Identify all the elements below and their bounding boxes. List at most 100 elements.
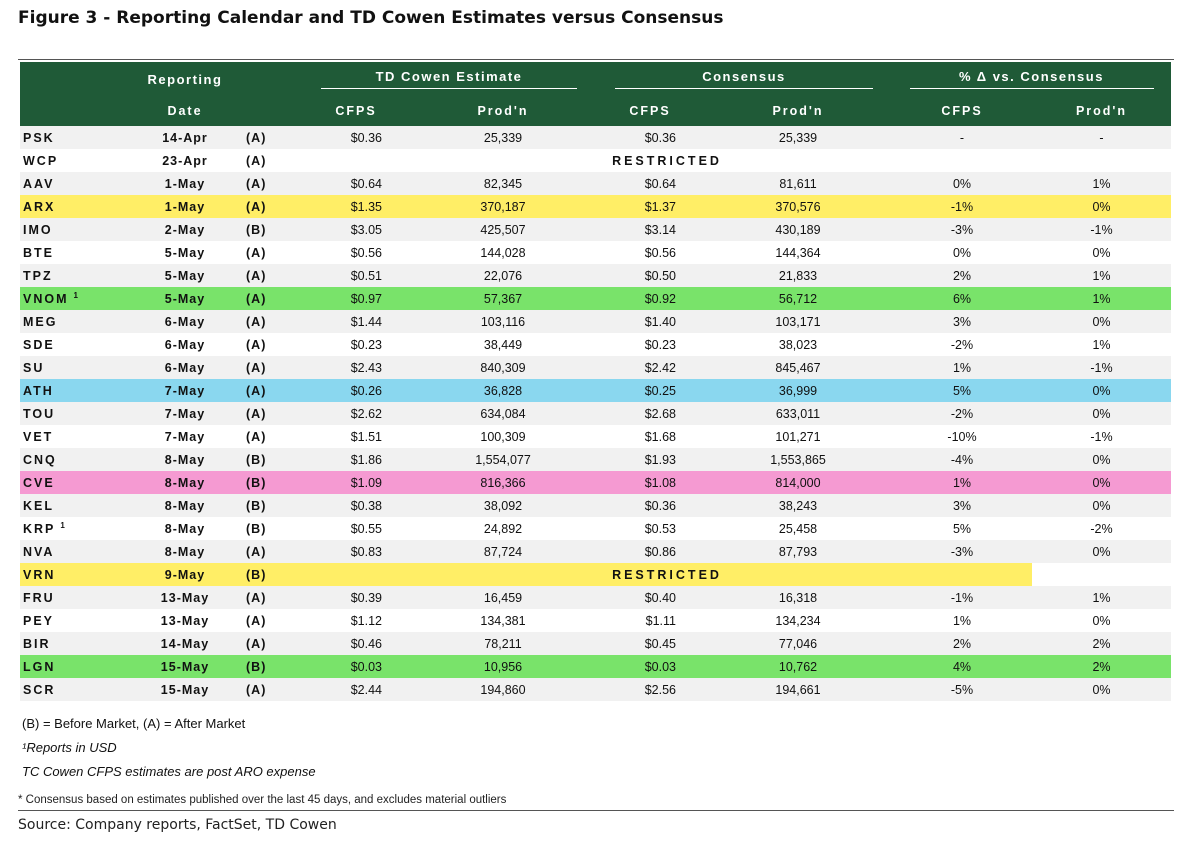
- est-cfps-cell: $2.43: [302, 356, 410, 379]
- est-cfps-cell: $0.38: [302, 494, 410, 517]
- ticker-label: SDE: [23, 337, 55, 352]
- table-row: TOU 7-May (A) $2.62 634,084 $2.68 633,011 -2% 0%: [20, 402, 1171, 425]
- est-prodn-cell: 194,860: [410, 678, 596, 701]
- con-cfps-cell: $0.40: [596, 586, 704, 609]
- timing-cell: (A): [240, 540, 302, 563]
- est-prodn-cell: 36,828: [410, 379, 596, 402]
- timing-cell: (A): [240, 149, 302, 172]
- pct-prodn-cell: 0%: [1032, 494, 1171, 517]
- pct-prodn-cell: -2%: [1032, 517, 1171, 540]
- blank-cell: [1032, 149, 1171, 172]
- header-est-prodn: Prod'n: [410, 96, 596, 126]
- ticker-cell: ARX: [20, 195, 130, 218]
- table-row: ARX 1-May (A) $1.35 370,187 $1.37 370,576 -1% 0%: [20, 195, 1171, 218]
- header-blank-2: [240, 62, 302, 96]
- con-cfps-cell: $0.92: [596, 287, 704, 310]
- con-prodn-cell: 144,364: [704, 241, 892, 264]
- table-row: ATH 7-May (A) $0.26 36,828 $0.25 36,999 5% 0%: [20, 379, 1171, 402]
- ticker-label: LGN: [23, 659, 56, 674]
- ticker-cell: NVA: [20, 540, 130, 563]
- timing-cell: (B): [240, 655, 302, 678]
- pct-cfps-cell: 1%: [892, 356, 1032, 379]
- table-row: AAV 1-May (A) $0.64 82,345 $0.64 81,611 0% 1%: [20, 172, 1171, 195]
- date-cell: 8-May: [130, 540, 240, 563]
- pct-prodn-cell: 0%: [1032, 195, 1171, 218]
- table-row: KRP 1 8-May (B) $0.55 24,892 $0.53 25,458 5% -2%: [20, 517, 1171, 540]
- reporting-calendar-table: Reporting TD Cowen Estimate Consensus % …: [20, 62, 1171, 701]
- date-cell: 15-May: [130, 655, 240, 678]
- pct-cfps-cell: 0%: [892, 241, 1032, 264]
- ticker-cell: FRU: [20, 586, 130, 609]
- ticker-label: ATH: [23, 383, 54, 398]
- est-prodn-cell: 25,339: [410, 126, 596, 149]
- header-reporting-label: Reporting: [147, 71, 223, 87]
- date-cell: 14-May: [130, 632, 240, 655]
- timing-cell: (B): [240, 517, 302, 540]
- con-cfps-cell: $1.11: [596, 609, 704, 632]
- ticker-cell: TPZ: [20, 264, 130, 287]
- table-row: VRN 9-May (B) RESTRICTED: [20, 563, 1171, 586]
- date-cell: 7-May: [130, 425, 240, 448]
- est-prodn-cell: 87,724: [410, 540, 596, 563]
- ticker-cell: BIR: [20, 632, 130, 655]
- est-cfps-cell: $1.35: [302, 195, 410, 218]
- con-cfps-cell: $0.56: [596, 241, 704, 264]
- con-prodn-cell: 134,234: [704, 609, 892, 632]
- ticker-cell: VET: [20, 425, 130, 448]
- con-cfps-cell: $3.14: [596, 218, 704, 241]
- con-cfps-cell: $2.42: [596, 356, 704, 379]
- date-cell: 23-Apr: [130, 149, 240, 172]
- ticker-label: KEL: [23, 498, 54, 513]
- ticker-label: NVA: [23, 544, 55, 559]
- ticker-cell: PSK: [20, 126, 130, 149]
- date-cell: 2-May: [130, 218, 240, 241]
- est-cfps-cell: $0.56: [302, 241, 410, 264]
- ticker-cell: VRN: [20, 563, 130, 586]
- est-prodn-cell: 840,309: [410, 356, 596, 379]
- header-date: Date: [130, 96, 240, 126]
- date-cell: 1-May: [130, 195, 240, 218]
- est-cfps-cell: $2.62: [302, 402, 410, 425]
- date-cell: 5-May: [130, 264, 240, 287]
- est-cfps-cell: $1.44: [302, 310, 410, 333]
- est-prodn-cell: 144,028: [410, 241, 596, 264]
- con-cfps-cell: $0.23: [596, 333, 704, 356]
- header-consensus: Consensus: [596, 62, 892, 96]
- ticker-label: BIR: [23, 636, 51, 651]
- header-consensus-label: Consensus: [702, 69, 786, 84]
- table-row: VET 7-May (A) $1.51 100,309 $1.68 101,271 -10% -…: [20, 425, 1171, 448]
- ticker-label: VRN: [23, 567, 56, 582]
- est-prodn-cell: 370,187: [410, 195, 596, 218]
- est-prodn-cell: 100,309: [410, 425, 596, 448]
- ticker-cell: VNOM 1: [20, 287, 130, 310]
- con-cfps-cell: $1.68: [596, 425, 704, 448]
- timing-cell: (B): [240, 563, 302, 586]
- con-prodn-cell: 370,576: [704, 195, 892, 218]
- restricted-cell: RESTRICTED: [302, 149, 1032, 172]
- con-cfps-cell: $2.68: [596, 402, 704, 425]
- con-cfps-cell: $0.36: [596, 494, 704, 517]
- con-cfps-cell: $1.08: [596, 471, 704, 494]
- timing-cell: (A): [240, 264, 302, 287]
- table-row: NVA 8-May (A) $0.83 87,724 $0.86 87,793 -3% 0%: [20, 540, 1171, 563]
- reporting-calendar-table-wrap: Reporting TD Cowen Estimate Consensus % …: [20, 62, 1171, 701]
- table-row: BIR 14-May (A) $0.46 78,211 $0.45 77,046 2% 2%: [20, 632, 1171, 655]
- timing-cell: (A): [240, 425, 302, 448]
- date-cell: 1-May: [130, 172, 240, 195]
- est-prodn-cell: 10,956: [410, 655, 596, 678]
- header-td-estimate-label: TD Cowen Estimate: [375, 69, 523, 84]
- table-row: FRU 13-May (A) $0.39 16,459 $0.40 16,318 -1% 1%: [20, 586, 1171, 609]
- timing-cell: (B): [240, 448, 302, 471]
- ticker-cell: SU: [20, 356, 130, 379]
- est-prodn-cell: 38,449: [410, 333, 596, 356]
- date-cell: 6-May: [130, 356, 240, 379]
- pct-prodn-cell: 0%: [1032, 448, 1171, 471]
- est-prodn-cell: 82,345: [410, 172, 596, 195]
- pct-prodn-cell: 0%: [1032, 402, 1171, 425]
- date-cell: 13-May: [130, 609, 240, 632]
- timing-cell: (A): [240, 172, 302, 195]
- est-prodn-cell: 1,554,077: [410, 448, 596, 471]
- pct-cfps-cell: -1%: [892, 195, 1032, 218]
- table-row: KEL 8-May (B) $0.38 38,092 $0.36 38,243 3% 0%: [20, 494, 1171, 517]
- table-row: MEG 6-May (A) $1.44 103,116 $1.40 103,171 3% 0%: [20, 310, 1171, 333]
